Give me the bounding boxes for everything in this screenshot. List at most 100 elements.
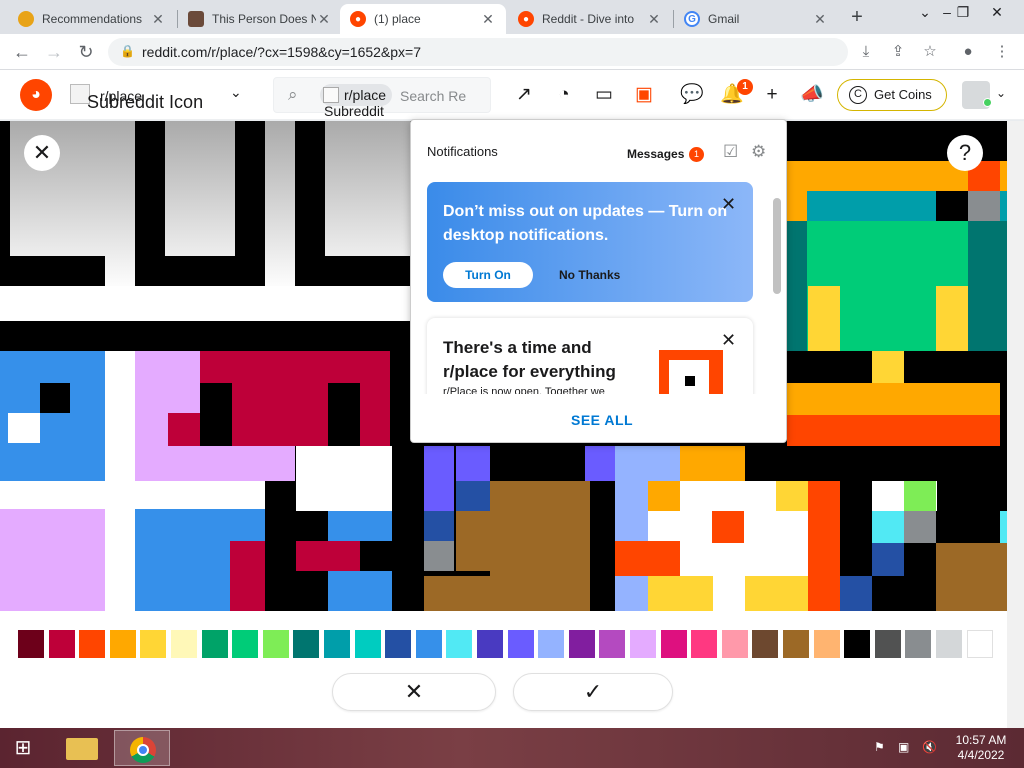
color-swatch[interactable]	[844, 630, 871, 658]
new-tab-button[interactable]: +	[846, 6, 868, 28]
color-swatch[interactable]	[79, 630, 106, 658]
color-swatch[interactable]	[293, 630, 320, 658]
color-swatch[interactable]	[630, 630, 656, 658]
color-swatch[interactable]	[691, 630, 718, 658]
canvas-region	[456, 446, 490, 481]
stats-icon[interactable]: ◔	[552, 83, 576, 107]
get-coins-button[interactable]: C Get Coins	[837, 79, 947, 111]
tab-place[interactable]: ● (1) place ✕	[340, 4, 506, 34]
confirm-pixel-button[interactable]: ✓	[513, 673, 673, 711]
color-swatch[interactable]	[477, 630, 503, 658]
clock-time: 10:57 AM	[955, 733, 1007, 747]
color-swatch[interactable]	[721, 630, 748, 658]
color-swatch[interactable]	[324, 630, 350, 658]
color-swatch[interactable]	[109, 630, 136, 658]
close-tab-icon[interactable]: ✕	[316, 11, 332, 28]
color-swatch[interactable]	[874, 630, 901, 658]
close-tab-icon[interactable]: ✕	[150, 11, 166, 28]
advertise-megaphone-icon[interactable]: 📣	[800, 83, 824, 107]
color-swatch[interactable]	[936, 630, 962, 658]
system-clock[interactable]: 10:57 AM 4/4/2022	[948, 733, 1014, 763]
canvas-region	[787, 383, 1000, 415]
see-all-link[interactable]: SEE ALL	[571, 412, 633, 428]
tab-gmail[interactable]: G Gmail ✕	[674, 4, 838, 34]
search-chip-label: r/place	[344, 87, 387, 103]
color-swatch[interactable]	[783, 630, 809, 658]
close-tab-icon[interactable]: ✕	[812, 11, 828, 28]
canvas-region	[840, 576, 872, 611]
color-swatch[interactable]	[201, 630, 228, 658]
messages-link[interactable]: Messages	[627, 147, 684, 161]
restore-button[interactable]: ❐	[946, 0, 980, 30]
file-explorer-icon[interactable]	[56, 730, 112, 766]
turn-on-button[interactable]: Turn On	[443, 262, 533, 288]
address-bar[interactable]: 🔒 reddit.com/r/place/?cx=1598&cy=1652&px…	[108, 38, 848, 66]
color-swatch[interactable]	[660, 630, 687, 658]
network-icon[interactable]: ▣	[898, 740, 909, 754]
tab-recommendations[interactable]: Recommendations ✕	[8, 4, 176, 34]
page-scrollbar[interactable]	[1007, 121, 1024, 728]
color-swatch[interactable]	[171, 630, 197, 658]
color-swatch[interactable]	[415, 630, 442, 658]
install-app-icon[interactable]: ⤓	[856, 42, 876, 62]
volume-muted-icon[interactable]: 🔇	[922, 740, 937, 754]
close-canvas-icon[interactable]: ✕	[24, 135, 60, 171]
color-swatch[interactable]	[232, 630, 259, 658]
color-swatch[interactable]	[262, 630, 289, 658]
video-icon[interactable]: ▭	[592, 83, 616, 107]
notifications-popup: Notifications Messages 1 ☑ ⚙ Don’t miss …	[410, 119, 787, 443]
windows-start-icon[interactable]: ⊞	[8, 736, 38, 760]
reload-icon[interactable]: ↻	[74, 40, 98, 64]
color-swatch[interactable]	[507, 630, 534, 658]
canvas-region	[296, 446, 392, 511]
rpan-icon[interactable]: ▣	[632, 83, 656, 107]
no-thanks-button[interactable]: No Thanks	[559, 268, 620, 282]
gear-icon[interactable]: ⚙	[751, 142, 766, 162]
color-swatch[interactable]	[599, 630, 626, 658]
cancel-pixel-button[interactable]: ✕	[332, 673, 496, 711]
share-icon[interactable]: ⇪	[888, 42, 908, 62]
profile-icon[interactable]: ●	[958, 42, 978, 62]
color-swatch[interactable]	[905, 630, 932, 658]
popular-arrow-icon[interactable]: ↗	[512, 83, 536, 107]
close-tab-icon[interactable]: ✕	[480, 11, 496, 28]
chevron-down-icon[interactable]: ⌄	[996, 86, 1006, 100]
chrome-menu-icon[interactable]: ⋮	[992, 42, 1012, 62]
color-swatch[interactable]	[538, 630, 565, 658]
back-arrow-icon[interactable]: ←	[10, 40, 34, 64]
reddit-logo-icon[interactable]: ◕	[20, 79, 52, 111]
mark-read-icon[interactable]: ☑	[723, 142, 738, 162]
flag-icon[interactable]: ⚑	[874, 740, 885, 754]
tab-this-person[interactable]: This Person Does N ✕	[178, 4, 342, 34]
color-swatch[interactable]	[18, 630, 44, 658]
lock-icon: 🔒	[120, 44, 135, 58]
color-swatch[interactable]	[446, 630, 473, 658]
chrome-taskbar-icon[interactable]	[114, 730, 170, 766]
bookmark-star-icon[interactable]: ☆	[920, 42, 940, 62]
canvas-region	[648, 481, 680, 511]
close-tab-icon[interactable]: ✕	[646, 11, 662, 28]
scrollbar-thumb[interactable]	[773, 198, 781, 294]
color-swatch[interactable]	[354, 630, 381, 658]
color-swatch[interactable]	[813, 630, 840, 658]
color-swatch[interactable]	[752, 630, 779, 658]
clock-date: 4/4/2022	[957, 748, 1005, 762]
color-swatch[interactable]	[966, 630, 993, 658]
color-swatch[interactable]	[568, 630, 595, 658]
color-swatch[interactable]	[385, 630, 412, 658]
person-favicon-icon	[188, 11, 204, 27]
create-post-plus-icon[interactable]: +	[760, 83, 784, 107]
tab-reddit[interactable]: ● Reddit - Dive into ✕	[508, 4, 672, 34]
canvas-region	[424, 511, 454, 541]
color-swatch[interactable]	[140, 630, 167, 658]
chevron-down-icon[interactable]: ⌄	[230, 84, 242, 101]
chat-icon[interactable]: 💬	[680, 83, 704, 107]
close-icon[interactable]: ✕	[721, 330, 736, 351]
close-icon[interactable]: ✕	[721, 194, 736, 215]
help-question-icon[interactable]: ?	[947, 135, 983, 171]
forward-arrow-icon[interactable]: →	[42, 40, 66, 64]
online-status-dot	[983, 98, 992, 107]
canvas-region	[265, 541, 300, 611]
close-window-button[interactable]: ✕	[980, 0, 1014, 30]
color-swatch[interactable]	[48, 630, 75, 658]
